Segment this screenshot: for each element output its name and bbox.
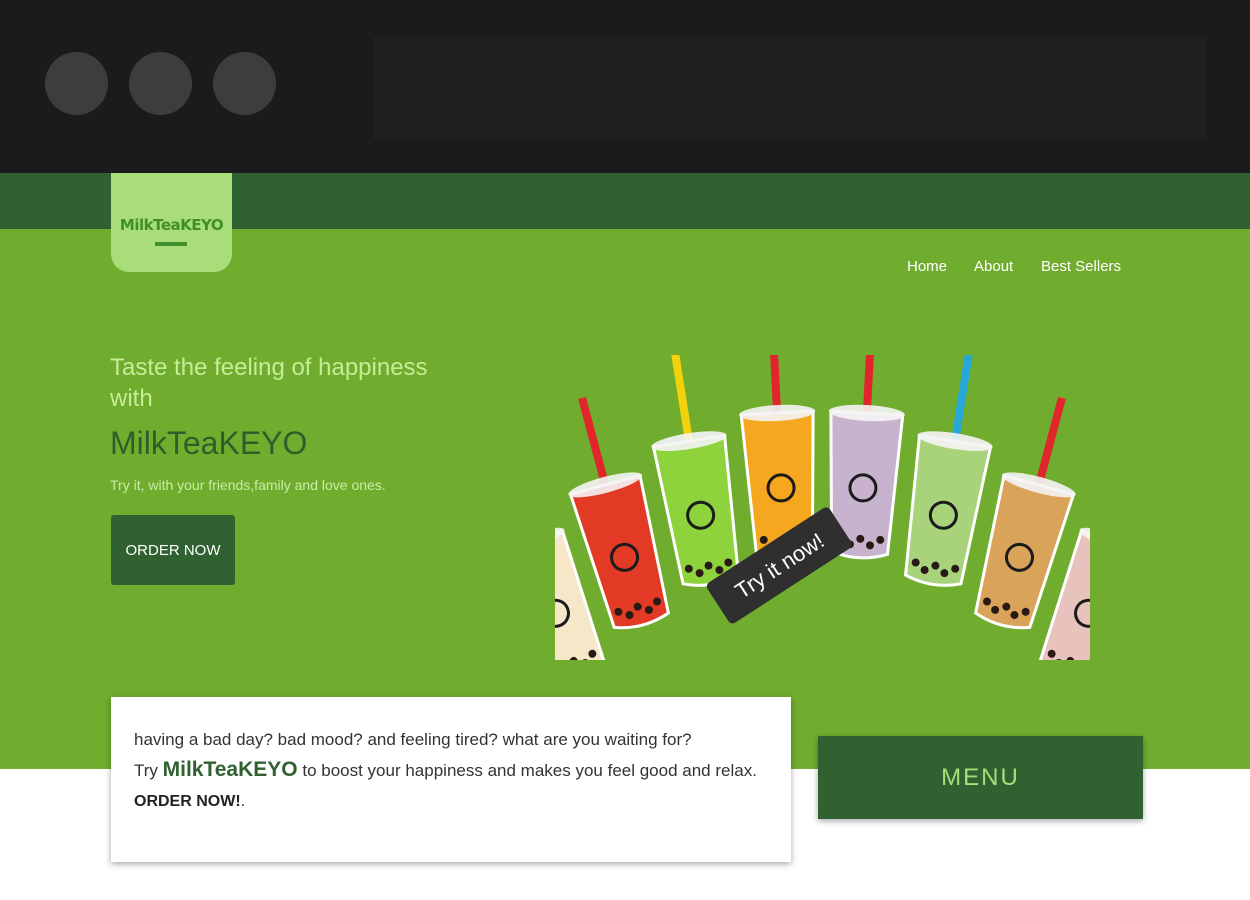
window-close-button[interactable] (45, 52, 108, 115)
window-minimize-button[interactable] (129, 52, 192, 115)
nav-best-sellers[interactable]: Best Sellers (1041, 258, 1121, 275)
promo-box: having a bad day? bad mood? and feeling … (111, 697, 791, 862)
hero-brand: MilkTeaKEYO (110, 425, 308, 461)
logo-text: MilkTeaKEYO (119, 216, 224, 234)
promo-brand: MilkTeaKEYO (162, 758, 298, 781)
order-now-button[interactable]: ORDER NOW (111, 515, 235, 585)
hero-tagline: Taste the feeling of happiness with (110, 354, 428, 412)
browser-chrome (0, 0, 1250, 173)
promo-line-3-end: . (240, 793, 246, 810)
promo-try-text: Try (134, 761, 163, 780)
promo-line-3: ORDER NOW!. (134, 793, 245, 811)
nav-about[interactable]: About (974, 258, 1013, 275)
menu-button[interactable]: MENU (818, 736, 1143, 819)
promo-line-1: having a bad day? bad mood? and feeling … (134, 730, 692, 749)
nav-home[interactable]: Home (907, 258, 947, 275)
logo[interactable]: MilkTeaKEYO (111, 173, 232, 272)
promo-line-2-text: to boost your happiness and makes you fe… (297, 761, 757, 780)
promo-line-2: Try MilkTeaKEYO to boost your happiness … (134, 758, 757, 782)
logo-underline (155, 242, 187, 246)
hero-subtitle: Try it, with your friends,family and lov… (110, 477, 386, 493)
window-maximize-button[interactable] (213, 52, 276, 115)
promo-order-now: ORDER NOW! (134, 793, 241, 810)
milk-tea-cups-image: Try it now! (555, 355, 1090, 660)
address-bar[interactable] (373, 37, 1207, 139)
